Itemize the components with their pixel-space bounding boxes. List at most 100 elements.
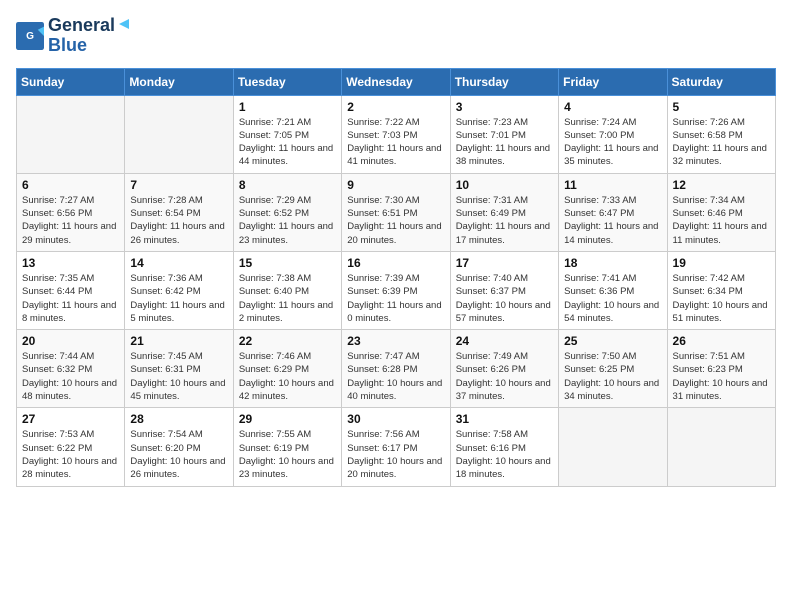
day-number: 19 bbox=[673, 256, 770, 270]
calendar-cell: 19 Sunrise: 7:42 AM Sunset: 6:34 PM Dayli… bbox=[667, 251, 775, 329]
calendar-week-5: 27Sunrise: 7:53 AM Sunset: 6:22 PM Dayli… bbox=[17, 408, 776, 486]
calendar-cell: 20 Sunrise: 7:44 AM Sunset: 6:32 PM Dayli… bbox=[17, 330, 125, 408]
day-number: 23 bbox=[347, 334, 444, 348]
calendar-cell: 7 Sunrise: 7:28 AM Sunset: 6:54 PM Daylig… bbox=[125, 173, 233, 251]
calendar-cell: 31 Sunrise: 7:58 AM Sunset: 6:16 PM Dayli… bbox=[450, 408, 558, 486]
day-number: 21 bbox=[130, 334, 227, 348]
calendar-week-4: 20 Sunrise: 7:44 AM Sunset: 6:32 PM Dayli… bbox=[17, 330, 776, 408]
day-number: 11 bbox=[564, 178, 661, 192]
day-info: Sunrise: 7:39 AM Sunset: 6:39 PM Dayligh… bbox=[347, 272, 444, 325]
day-number: 26 bbox=[673, 334, 770, 348]
weekday-header-friday: Friday bbox=[559, 68, 667, 95]
day-number: 2 bbox=[347, 100, 444, 114]
day-info: Sunrise: 7:53 AM Sunset: 6:22 PM Dayligh… bbox=[22, 428, 119, 481]
calendar-cell: 18 Sunrise: 7:41 AM Sunset: 6:36 PM Dayli… bbox=[559, 251, 667, 329]
calendar-cell bbox=[559, 408, 667, 486]
calendar-cell: 6 Sunrise: 7:27 AM Sunset: 6:56 PM Daylig… bbox=[17, 173, 125, 251]
day-info: Sunrise: 7:40 AM Sunset: 6:37 PM Dayligh… bbox=[456, 272, 553, 325]
weekday-row: SundayMondayTuesdayWednesdayThursdayFrid… bbox=[17, 68, 776, 95]
calendar-cell: 24 Sunrise: 7:49 AM Sunset: 6:26 PM Dayli… bbox=[450, 330, 558, 408]
calendar-cell: 21Sunrise: 7:45 AM Sunset: 6:31 PM Dayli… bbox=[125, 330, 233, 408]
calendar-cell: 26 Sunrise: 7:51 AM Sunset: 6:23 PM Dayli… bbox=[667, 330, 775, 408]
calendar-cell: 5 Sunrise: 7:26 AM Sunset: 6:58 PM Daylig… bbox=[667, 95, 775, 173]
calendar-week-3: 13 Sunrise: 7:35 AM Sunset: 6:44 PM Dayli… bbox=[17, 251, 776, 329]
day-number: 20 bbox=[22, 334, 119, 348]
calendar-cell: 14 Sunrise: 7:36 AM Sunset: 6:42 PM Dayli… bbox=[125, 251, 233, 329]
day-number: 6 bbox=[22, 178, 119, 192]
day-number: 13 bbox=[22, 256, 119, 270]
calendar-cell: 9 Sunrise: 7:30 AM Sunset: 6:51 PM Daylig… bbox=[342, 173, 450, 251]
weekday-header-saturday: Saturday bbox=[667, 68, 775, 95]
page-container: G General Blue SundayMondayTuesdayWednes… bbox=[16, 16, 776, 487]
calendar-cell bbox=[17, 95, 125, 173]
calendar-cell: 30Sunrise: 7:56 AM Sunset: 6:17 PM Dayli… bbox=[342, 408, 450, 486]
calendar-cell: 29Sunrise: 7:55 AM Sunset: 6:19 PM Dayli… bbox=[233, 408, 341, 486]
calendar-cell: 4Sunrise: 7:24 AM Sunset: 7:00 PM Daylig… bbox=[559, 95, 667, 173]
calendar-cell: 8 Sunrise: 7:29 AM Sunset: 6:52 PM Daylig… bbox=[233, 173, 341, 251]
day-number: 7 bbox=[130, 178, 227, 192]
day-info: Sunrise: 7:41 AM Sunset: 6:36 PM Dayligh… bbox=[564, 272, 661, 325]
day-number: 14 bbox=[130, 256, 227, 270]
day-info: Sunrise: 7:28 AM Sunset: 6:54 PM Dayligh… bbox=[130, 194, 227, 247]
day-number: 31 bbox=[456, 412, 553, 426]
day-number: 9 bbox=[347, 178, 444, 192]
day-number: 16 bbox=[347, 256, 444, 270]
calendar-cell: 17 Sunrise: 7:40 AM Sunset: 6:37 PM Dayli… bbox=[450, 251, 558, 329]
day-number: 8 bbox=[239, 178, 336, 192]
calendar-body: 1Sunrise: 7:21 AM Sunset: 7:05 PM Daylig… bbox=[17, 95, 776, 486]
day-info: Sunrise: 7:51 AM Sunset: 6:23 PM Dayligh… bbox=[673, 350, 770, 403]
calendar-week-1: 1Sunrise: 7:21 AM Sunset: 7:05 PM Daylig… bbox=[17, 95, 776, 173]
day-number: 29 bbox=[239, 412, 336, 426]
weekday-header-thursday: Thursday bbox=[450, 68, 558, 95]
day-number: 18 bbox=[564, 256, 661, 270]
calendar-cell: 22 Sunrise: 7:46 AM Sunset: 6:29 PM Dayli… bbox=[233, 330, 341, 408]
logo-icon: G bbox=[16, 22, 44, 50]
day-info: Sunrise: 7:33 AM Sunset: 6:47 PM Dayligh… bbox=[564, 194, 661, 247]
day-info: Sunrise: 7:47 AM Sunset: 6:28 PM Dayligh… bbox=[347, 350, 444, 403]
day-number: 5 bbox=[673, 100, 770, 114]
day-info: Sunrise: 7:42 AM Sunset: 6:34 PM Dayligh… bbox=[673, 272, 770, 325]
day-info: Sunrise: 7:27 AM Sunset: 6:56 PM Dayligh… bbox=[22, 194, 119, 247]
day-info: Sunrise: 7:29 AM Sunset: 6:52 PM Dayligh… bbox=[239, 194, 336, 247]
day-info: Sunrise: 7:26 AM Sunset: 6:58 PM Dayligh… bbox=[673, 116, 770, 169]
day-number: 24 bbox=[456, 334, 553, 348]
calendar-header: SundayMondayTuesdayWednesdayThursdayFrid… bbox=[17, 68, 776, 95]
day-info: Sunrise: 7:36 AM Sunset: 6:42 PM Dayligh… bbox=[130, 272, 227, 325]
logo: G General Blue bbox=[16, 16, 131, 56]
day-info: Sunrise: 7:44 AM Sunset: 6:32 PM Dayligh… bbox=[22, 350, 119, 403]
day-info: Sunrise: 7:24 AM Sunset: 7:00 PM Dayligh… bbox=[564, 116, 661, 169]
calendar-week-2: 6 Sunrise: 7:27 AM Sunset: 6:56 PM Daylig… bbox=[17, 173, 776, 251]
day-number: 15 bbox=[239, 256, 336, 270]
day-info: Sunrise: 7:38 AM Sunset: 6:40 PM Dayligh… bbox=[239, 272, 336, 325]
day-info: Sunrise: 7:58 AM Sunset: 6:16 PM Dayligh… bbox=[456, 428, 553, 481]
calendar-cell: 16 Sunrise: 7:39 AM Sunset: 6:39 PM Dayli… bbox=[342, 251, 450, 329]
calendar-table: SundayMondayTuesdayWednesdayThursdayFrid… bbox=[16, 68, 776, 487]
calendar-cell: 1Sunrise: 7:21 AM Sunset: 7:05 PM Daylig… bbox=[233, 95, 341, 173]
calendar-cell bbox=[125, 95, 233, 173]
day-info: Sunrise: 7:23 AM Sunset: 7:01 PM Dayligh… bbox=[456, 116, 553, 169]
calendar-cell: 23 Sunrise: 7:47 AM Sunset: 6:28 PM Dayli… bbox=[342, 330, 450, 408]
calendar-cell: 11 Sunrise: 7:33 AM Sunset: 6:47 PM Dayli… bbox=[559, 173, 667, 251]
calendar-cell: 27Sunrise: 7:53 AM Sunset: 6:22 PM Dayli… bbox=[17, 408, 125, 486]
logo-blue: Blue bbox=[48, 36, 131, 56]
day-number: 17 bbox=[456, 256, 553, 270]
day-number: 28 bbox=[130, 412, 227, 426]
day-number: 22 bbox=[239, 334, 336, 348]
day-info: Sunrise: 7:21 AM Sunset: 7:05 PM Dayligh… bbox=[239, 116, 336, 169]
day-info: Sunrise: 7:35 AM Sunset: 6:44 PM Dayligh… bbox=[22, 272, 119, 325]
weekday-header-monday: Monday bbox=[125, 68, 233, 95]
calendar-cell: 10Sunrise: 7:31 AM Sunset: 6:49 PM Dayli… bbox=[450, 173, 558, 251]
weekday-header-sunday: Sunday bbox=[17, 68, 125, 95]
day-info: Sunrise: 7:30 AM Sunset: 6:51 PM Dayligh… bbox=[347, 194, 444, 247]
svg-text:G: G bbox=[26, 31, 34, 42]
day-info: Sunrise: 7:34 AM Sunset: 6:46 PM Dayligh… bbox=[673, 194, 770, 247]
day-info: Sunrise: 7:49 AM Sunset: 6:26 PM Dayligh… bbox=[456, 350, 553, 403]
calendar-cell: 2Sunrise: 7:22 AM Sunset: 7:03 PM Daylig… bbox=[342, 95, 450, 173]
weekday-header-wednesday: Wednesday bbox=[342, 68, 450, 95]
calendar-cell: 13 Sunrise: 7:35 AM Sunset: 6:44 PM Dayli… bbox=[17, 251, 125, 329]
page-header: G General Blue bbox=[16, 16, 776, 56]
logo-arrow-icon bbox=[117, 17, 131, 31]
day-info: Sunrise: 7:54 AM Sunset: 6:20 PM Dayligh… bbox=[130, 428, 227, 481]
day-info: Sunrise: 7:46 AM Sunset: 6:29 PM Dayligh… bbox=[239, 350, 336, 403]
calendar-cell bbox=[667, 408, 775, 486]
